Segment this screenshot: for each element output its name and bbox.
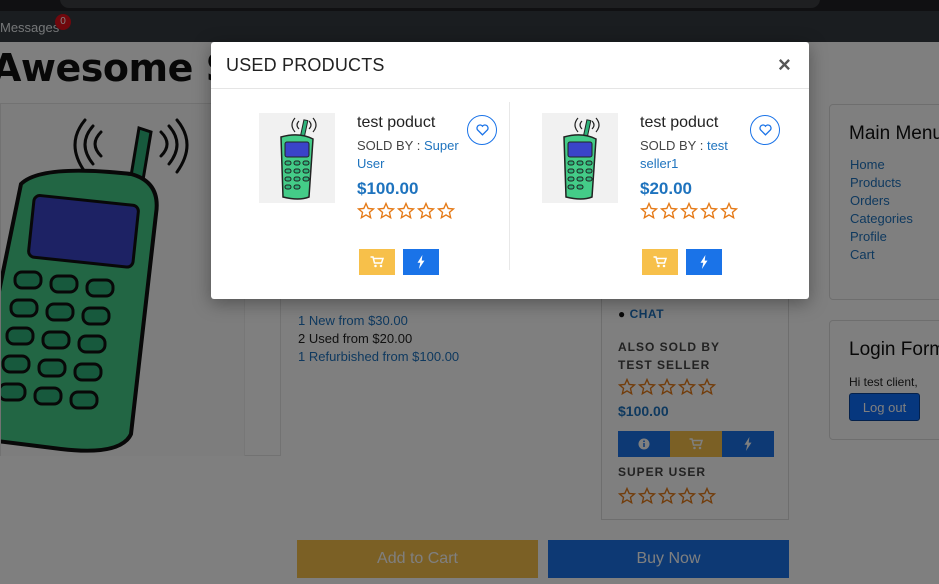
product-rating[interactable] xyxy=(640,202,738,220)
star-outline-icon[interactable] xyxy=(397,202,415,220)
phone-thumbnail-image xyxy=(280,117,317,200)
heart-icon xyxy=(475,124,489,136)
buy-now-button[interactable] xyxy=(686,249,722,275)
star-outline-icon[interactable] xyxy=(660,202,678,220)
sold-by: SOLD BY : Super User xyxy=(357,137,467,173)
cart-icon xyxy=(653,256,667,268)
product-thumbnail[interactable] xyxy=(259,113,335,203)
product-actions xyxy=(642,249,722,275)
product-name[interactable]: test poduct xyxy=(640,114,718,132)
bolt-icon xyxy=(417,255,425,269)
product-price: $20.00 xyxy=(640,179,692,198)
phone-thumbnail-image xyxy=(563,117,600,200)
used-product-card: test poduct SOLD BY : test seller1 $20.0… xyxy=(542,89,802,289)
wishlist-button[interactable] xyxy=(467,115,497,145)
star-outline-icon[interactable] xyxy=(437,202,455,220)
buy-now-button[interactable] xyxy=(403,249,439,275)
star-outline-icon[interactable] xyxy=(720,202,738,220)
wishlist-button[interactable] xyxy=(750,115,780,145)
used-product-card: test poduct SOLD BY : Super User $100.00 xyxy=(259,89,519,289)
modal-header: USED PRODUCTS × xyxy=(211,42,809,89)
product-price: $100.00 xyxy=(357,179,419,198)
star-outline-icon[interactable] xyxy=(377,202,395,220)
cart-icon xyxy=(370,256,384,268)
product-name[interactable]: test poduct xyxy=(357,114,435,132)
star-outline-icon[interactable] xyxy=(357,202,375,220)
star-outline-icon[interactable] xyxy=(680,202,698,220)
star-outline-icon[interactable] xyxy=(700,202,718,220)
bolt-icon xyxy=(700,255,708,269)
add-to-cart-button[interactable] xyxy=(642,249,678,275)
close-icon[interactable]: × xyxy=(778,54,791,76)
used-products-modal: USED PRODUCTS × test poduct SOLD BY : Su… xyxy=(211,42,809,299)
modal-title: USED PRODUCTS xyxy=(226,55,385,75)
star-outline-icon[interactable] xyxy=(417,202,435,220)
sold-by-label: SOLD BY : xyxy=(640,138,704,153)
add-to-cart-button[interactable] xyxy=(359,249,395,275)
sold-by: SOLD BY : test seller1 xyxy=(640,137,750,173)
star-outline-icon[interactable] xyxy=(640,202,658,220)
product-rating[interactable] xyxy=(357,202,455,220)
product-actions xyxy=(359,249,439,275)
sold-by-label: SOLD BY : xyxy=(357,138,421,153)
heart-icon xyxy=(758,124,772,136)
product-thumbnail[interactable] xyxy=(542,113,618,203)
